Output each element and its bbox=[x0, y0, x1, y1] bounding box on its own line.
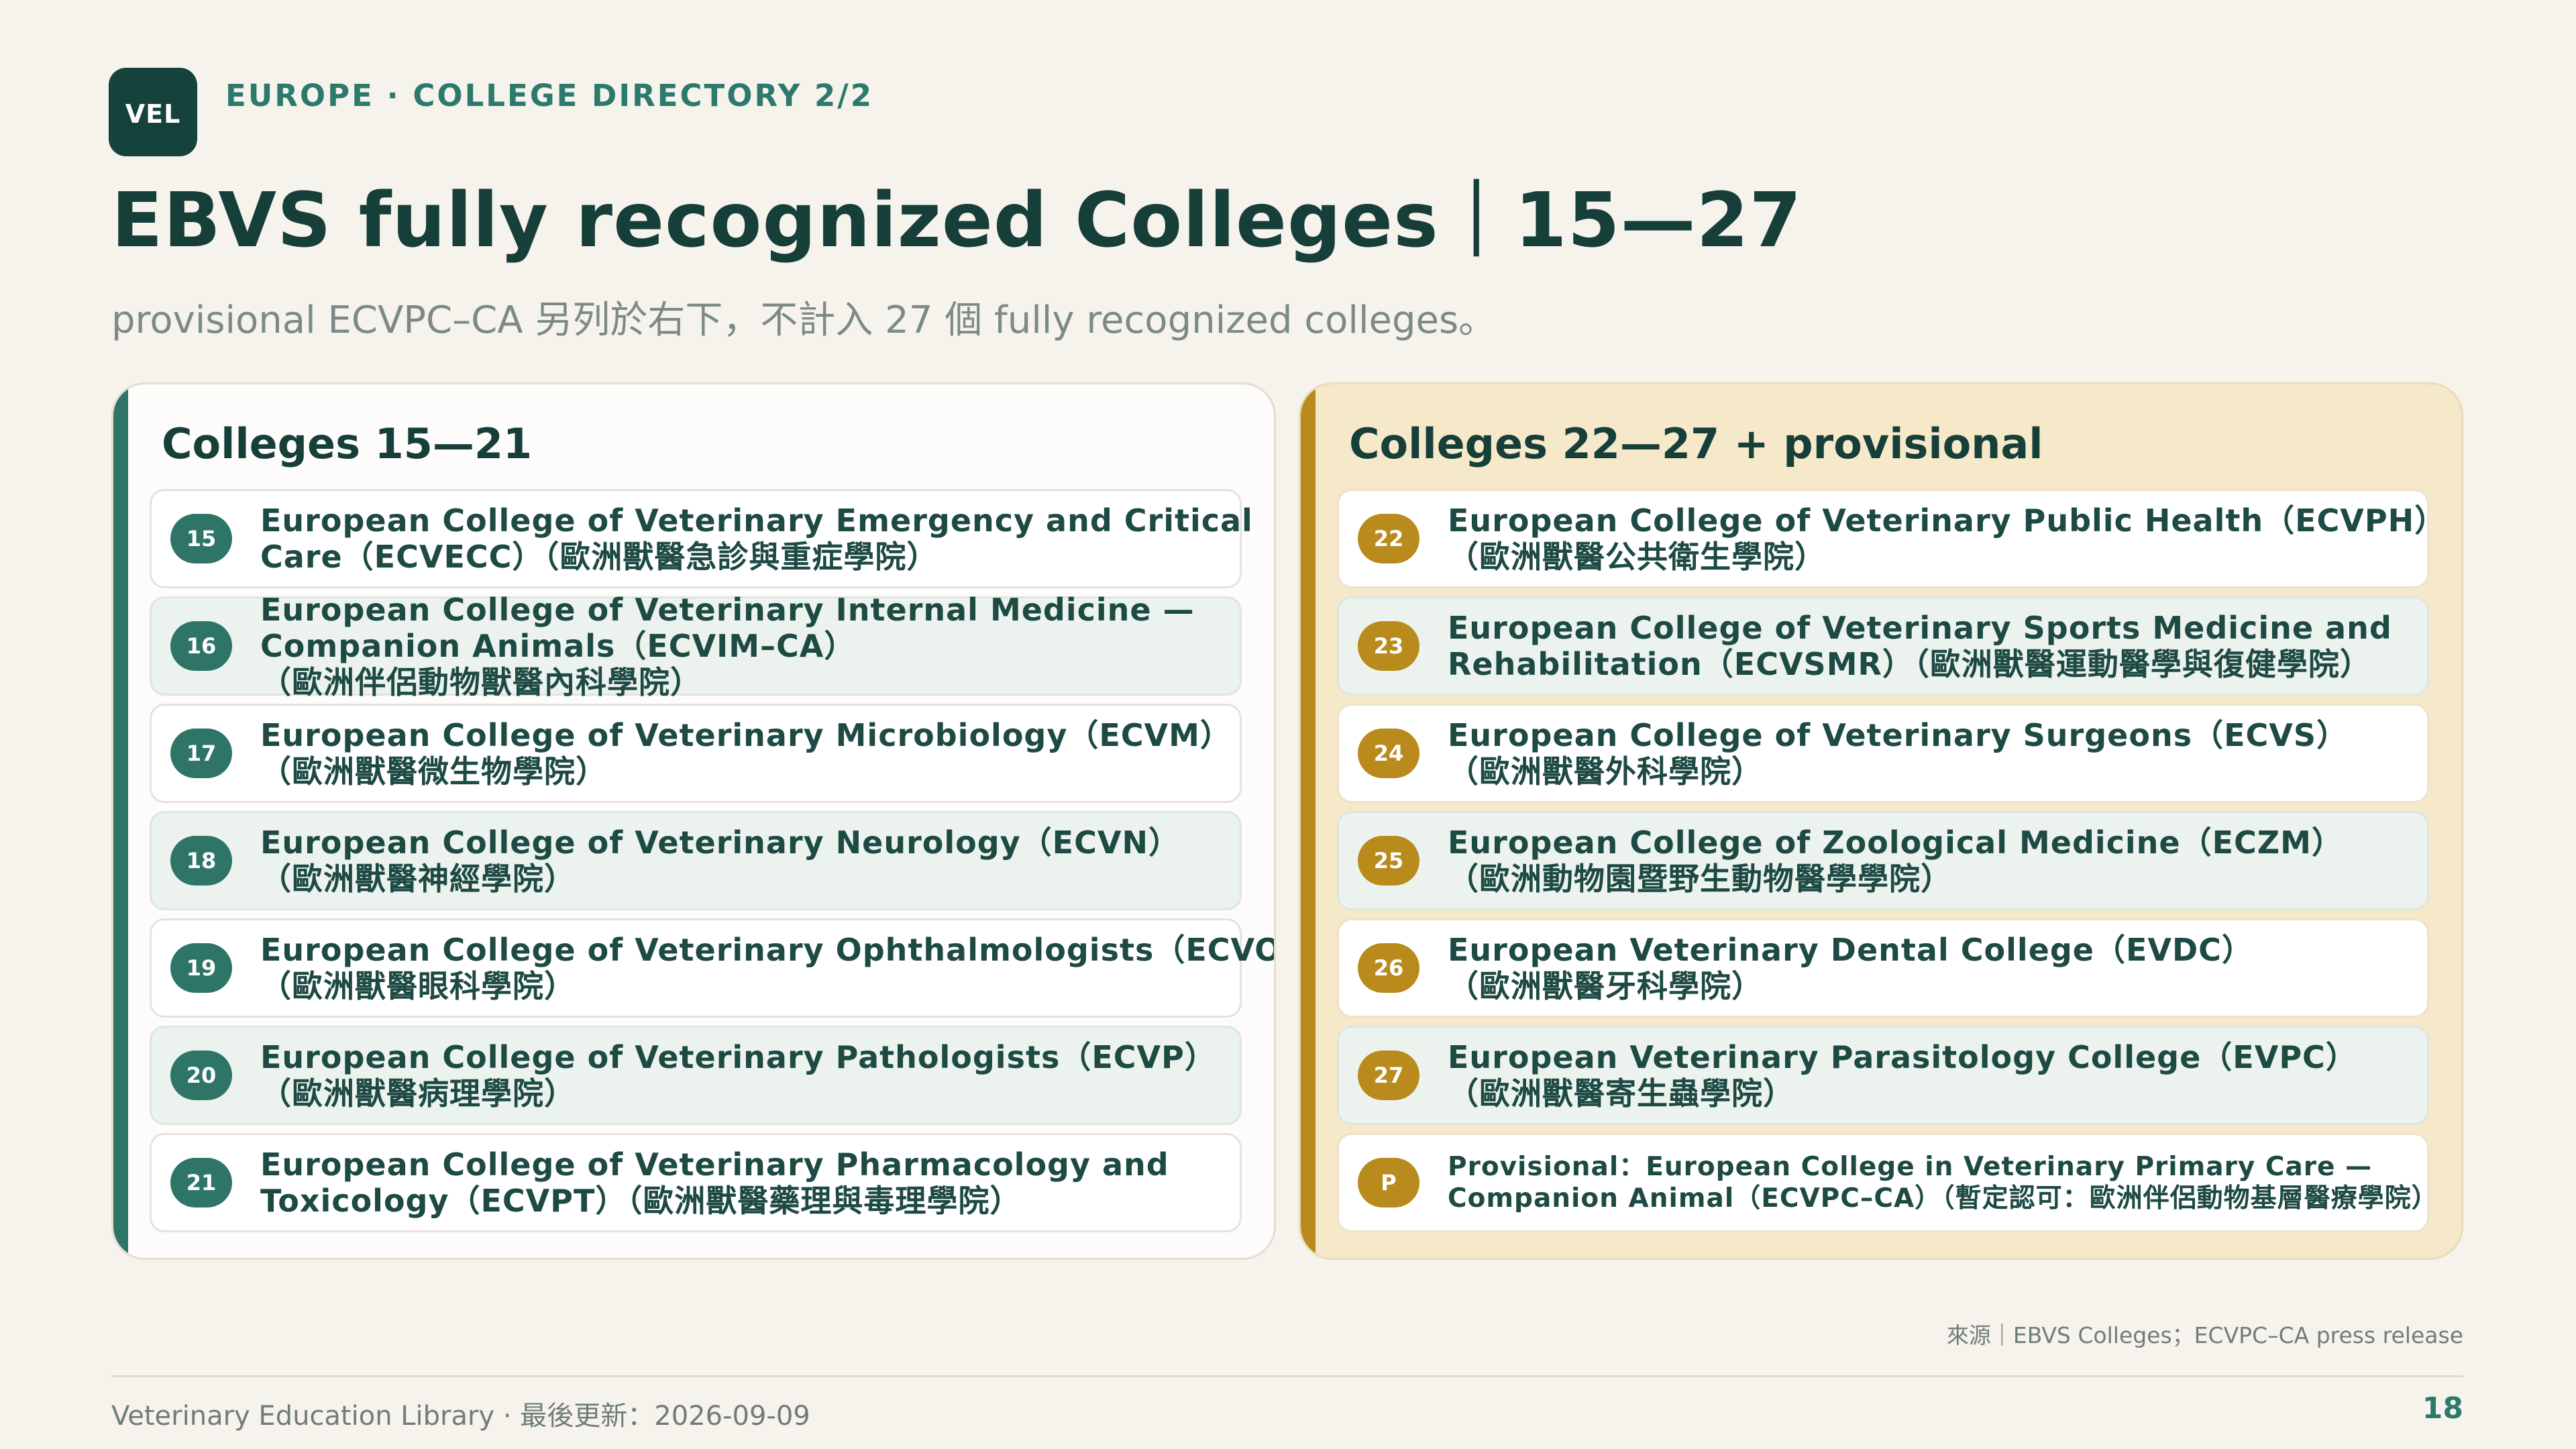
college-name-line: Toxicology（ECVPT）（歐洲獸醫藥理與毒理學院） bbox=[260, 1183, 1022, 1219]
page-number: 18 bbox=[2422, 1391, 2463, 1426]
college-name-line: European College of Veterinary Ophthalmo… bbox=[260, 932, 1276, 968]
source-note: 來源｜EBVS Colleges；ECVPC–CA press release bbox=[1946, 1322, 2463, 1348]
college-number-badge: 17 bbox=[170, 729, 232, 778]
college-name-line: European College of Veterinary Neurology… bbox=[260, 824, 1180, 861]
college-name-line: European College of Veterinary Microbiol… bbox=[260, 717, 1232, 753]
college-name: European College of Veterinary Neurology… bbox=[260, 824, 1180, 897]
panel-accent-bar bbox=[113, 384, 128, 1258]
college-name-line: European Veterinary Dental College（EVDC） bbox=[1448, 932, 2253, 968]
college-name-line: （歐洲獸醫牙科學院） bbox=[1448, 968, 1763, 1004]
college-name: European College of Veterinary Emergency… bbox=[260, 502, 1253, 575]
college-name-line: （歐洲獸醫公共衛生學院） bbox=[1448, 539, 1826, 575]
college-row: 27 European Veterinary Parasitology Coll… bbox=[1337, 1026, 2429, 1125]
college-name-line: （歐洲獸醫神經學院） bbox=[260, 861, 576, 897]
college-number-badge: 23 bbox=[1358, 621, 1419, 671]
provisional-college-row: P Provisional：European College in Veteri… bbox=[1337, 1133, 2438, 1232]
college-name-line: （歐洲動物園暨野生動物醫學學院） bbox=[1448, 861, 1952, 897]
college-number-badge: 21 bbox=[170, 1158, 232, 1208]
college-name: European College of Veterinary Microbiol… bbox=[260, 717, 1232, 790]
college-name: European College of Veterinary Sports Me… bbox=[1448, 610, 2392, 682]
college-name: European College of Veterinary Internal … bbox=[260, 592, 1195, 700]
page-subtitle: provisional ECVPC–CA 另列於右下，不計入 27 個 full… bbox=[111, 299, 1497, 342]
college-number-badge: 15 bbox=[170, 514, 232, 564]
college-name-line: European College of Veterinary Pharmacol… bbox=[260, 1146, 1169, 1183]
college-number-badge: 27 bbox=[1358, 1051, 1419, 1100]
college-name-line: European College of Veterinary Internal … bbox=[260, 592, 1195, 628]
college-name-line: Provisional：European College in Veterina… bbox=[1448, 1152, 2373, 1182]
college-list: 15 European College of Veterinary Emerge… bbox=[150, 489, 1274, 1232]
college-name: European College of Veterinary Public He… bbox=[1448, 502, 2446, 575]
college-number-badge: 18 bbox=[170, 836, 232, 885]
college-name: European Veterinary Parasitology College… bbox=[1448, 1039, 2357, 1112]
college-name-line: Care（ECVECC）（歐洲獸醫急診與重症學院） bbox=[260, 539, 938, 575]
college-name: European Veterinary Dental College（EVDC）… bbox=[1448, 932, 2253, 1004]
footer-divider bbox=[111, 1375, 2463, 1377]
college-name-line: （歐洲獸醫微生物學院） bbox=[260, 753, 607, 790]
college-name-line: Rehabilitation（ECVSMR）（歐洲獸醫運動醫學與復健學院） bbox=[1448, 646, 2371, 682]
college-name-line: Companion Animal（ECVPC–CA）（暫定認可：歐洲伴侶動物基層… bbox=[1448, 1183, 2438, 1214]
college-name-line: （歐洲伴侶動物獸醫內科學院） bbox=[260, 664, 702, 700]
college-row: 16 European College of Veterinary Intern… bbox=[150, 592, 1242, 700]
eyebrow-label: EUROPE · COLLEGE DIRECTORY 2/2 bbox=[225, 78, 874, 113]
college-number-badge: 22 bbox=[1358, 514, 1419, 564]
provisional-badge: P bbox=[1358, 1158, 1419, 1208]
college-name-line: （歐洲獸醫外科學院） bbox=[1448, 753, 1763, 790]
college-name-line: European Veterinary Parasitology College… bbox=[1448, 1039, 2357, 1075]
college-name-line: （歐洲獸醫寄生蟲學院） bbox=[1448, 1075, 1794, 1112]
college-row: 19 European College of Veterinary Ophtha… bbox=[150, 918, 1274, 1018]
college-row: 23 European College of Veterinary Sports… bbox=[1337, 596, 2429, 696]
college-name: European College of Zoological Medicine（… bbox=[1448, 824, 2343, 897]
college-name: Provisional：European College in Veterina… bbox=[1448, 1151, 2438, 1214]
college-number-badge: 19 bbox=[170, 943, 232, 993]
colleges-22-27-panel: Colleges 22—27 + provisional 22 European… bbox=[1299, 382, 2463, 1260]
college-list: 22 European College of Veterinary Public… bbox=[1337, 489, 2445, 1232]
college-row: 22 European College of Veterinary Public… bbox=[1337, 489, 2445, 588]
footer-text: Veterinary Education Library · 最後更新：2026… bbox=[111, 1401, 810, 1432]
college-row: 20 European College of Veterinary Pathol… bbox=[150, 1026, 1242, 1125]
college-name-line: Companion Animals（ECVIM–CA） bbox=[260, 628, 856, 664]
college-number-badge: 24 bbox=[1358, 729, 1419, 778]
panel-accent-bar bbox=[1301, 384, 1316, 1258]
college-name: European College of Veterinary Surgeons（… bbox=[1448, 717, 2348, 790]
panel-title: Colleges 15—21 bbox=[162, 419, 533, 468]
college-name: European College of Veterinary Pathologi… bbox=[260, 1039, 1216, 1112]
college-row: 15 European College of Veterinary Emerge… bbox=[150, 489, 1252, 588]
college-number-badge: 16 bbox=[170, 621, 232, 671]
college-name-line: European College of Veterinary Public He… bbox=[1448, 502, 2447, 539]
college-number-badge: 26 bbox=[1358, 943, 1419, 993]
panel-title: Colleges 22—27 + provisional bbox=[1349, 419, 2043, 468]
college-number-badge: 20 bbox=[170, 1051, 232, 1100]
college-name-line: European College of Veterinary Surgeons（… bbox=[1448, 717, 2348, 753]
college-name: European College of Veterinary Ophthalmo… bbox=[260, 932, 1276, 1004]
college-row: 26 European Veterinary Dental College（EV… bbox=[1337, 918, 2429, 1018]
college-number-badge: 25 bbox=[1358, 836, 1419, 885]
college-name-line: （歐洲獸醫病理學院） bbox=[260, 1075, 576, 1112]
college-row: 21 European College of Veterinary Pharma… bbox=[150, 1133, 1242, 1232]
college-row: 17 European College of Veterinary Microb… bbox=[150, 704, 1242, 803]
college-name-line: European College of Veterinary Sports Me… bbox=[1448, 610, 2392, 646]
college-row: 25 European College of Zoological Medici… bbox=[1337, 811, 2429, 910]
college-name: European College of Veterinary Pharmacol… bbox=[260, 1146, 1169, 1219]
college-name-line: European College of Veterinary Emergency… bbox=[260, 502, 1253, 539]
college-name-line: European College of Zoological Medicine（… bbox=[1448, 824, 2343, 861]
college-name-line: （歐洲獸醫眼科學院） bbox=[260, 968, 576, 1004]
college-row: 24 European College of Veterinary Surgeo… bbox=[1337, 704, 2429, 803]
page-title: EBVS fully recognized Colleges｜15—27 bbox=[111, 177, 1803, 264]
college-name-line: European College of Veterinary Pathologi… bbox=[260, 1039, 1216, 1075]
college-row: 18 European College of Veterinary Neurol… bbox=[150, 811, 1242, 910]
logo: VEL bbox=[109, 68, 197, 156]
colleges-15-21-panel: Colleges 15—21 15 European College of Ve… bbox=[111, 382, 1276, 1260]
